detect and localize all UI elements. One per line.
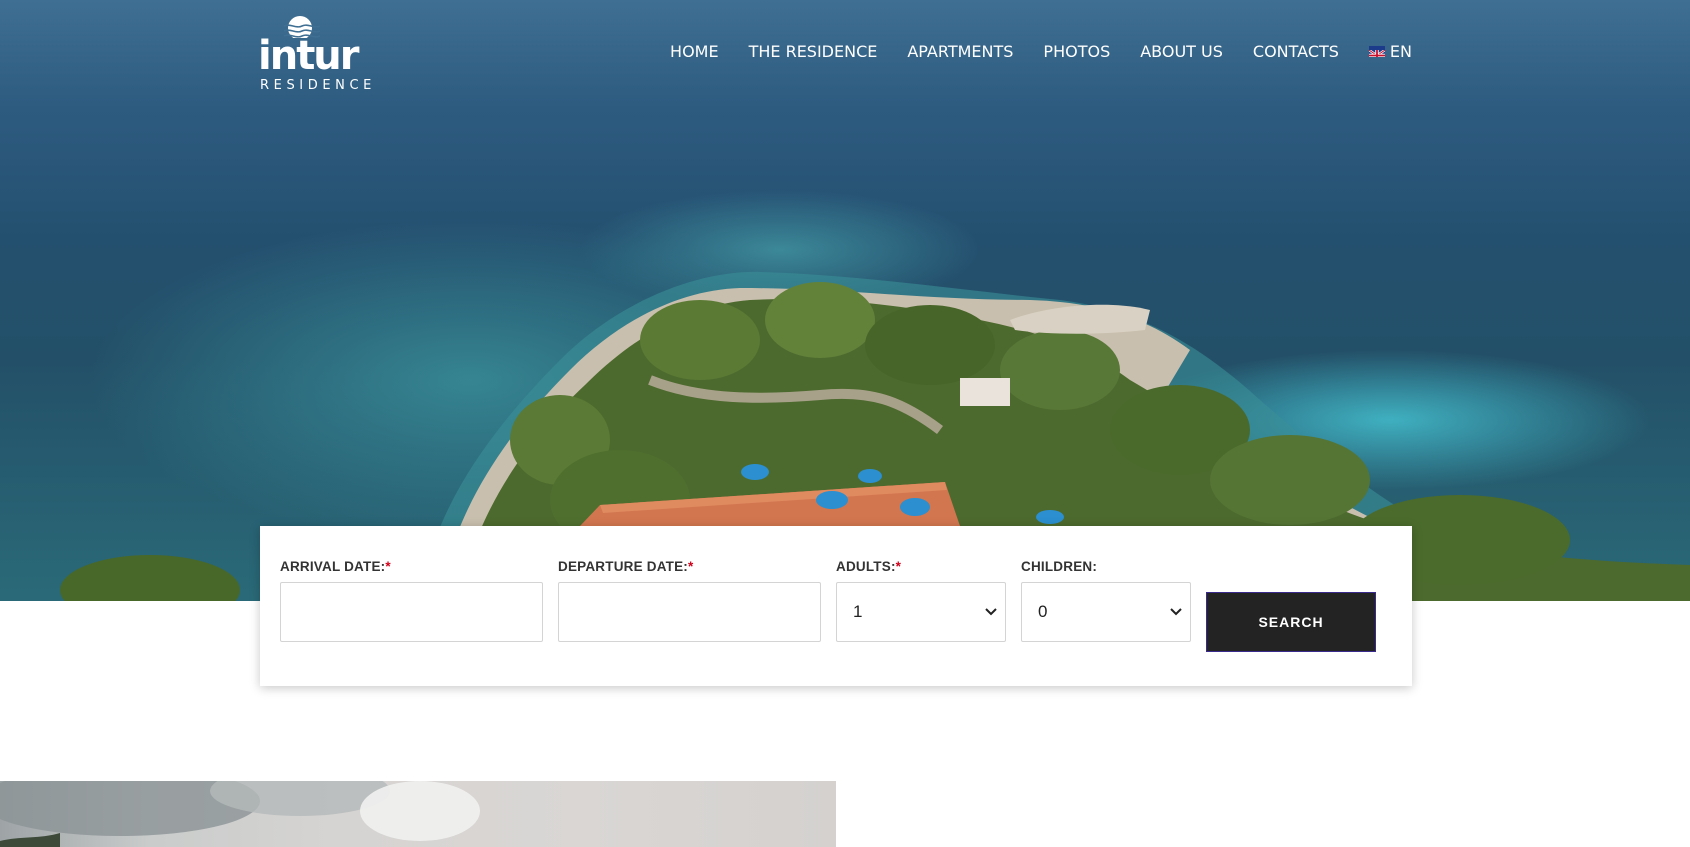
- required-mark: *: [895, 559, 902, 574]
- chevron-down-icon: [1170, 608, 1182, 616]
- sky-landscape-image: [0, 781, 480, 847]
- booking-form: ARRIVAL DATE:* DEPARTURE DATE:* ADULTS:*…: [260, 526, 1412, 686]
- logo-wordmark: intur: [258, 33, 360, 79]
- language-label: EN: [1389, 42, 1412, 61]
- hero-banner: intur RESIDENCE HOME THE RESIDENCE APART…: [0, 0, 1690, 601]
- chevron-down-icon: [985, 608, 997, 616]
- arrival-date-field: ARRIVAL DATE:*: [280, 558, 543, 642]
- main-navigation: HOME THE RESIDENCE APARTMENTS PHOTOS ABO…: [640, 42, 1412, 61]
- language-switcher[interactable]: EN: [1368, 42, 1412, 61]
- adults-label: ADULTS:: [836, 559, 896, 574]
- hero-aerial-image: [60, 271, 1690, 601]
- required-mark: *: [688, 559, 694, 574]
- nav-home[interactable]: HOME: [670, 42, 719, 61]
- nav-contacts[interactable]: CONTACTS: [1253, 42, 1339, 61]
- intur-residence-logo[interactable]: intur RESIDENCE: [258, 14, 371, 96]
- children-field: CHILDREN: 0: [1021, 558, 1191, 642]
- nav-photos[interactable]: PHOTOS: [1043, 42, 1110, 61]
- nav-about-us[interactable]: ABOUT US: [1140, 42, 1223, 61]
- logo-subtitle: RESIDENCE: [260, 78, 376, 93]
- departure-date-label: DEPARTURE DATE:: [558, 559, 688, 574]
- children-select[interactable]: 0: [1021, 582, 1191, 642]
- nav-apartments[interactable]: APARTMENTS: [907, 42, 1013, 61]
- residence-photo: [0, 781, 836, 847]
- children-label: CHILDREN:: [1021, 559, 1098, 574]
- search-button[interactable]: SEARCH: [1206, 592, 1376, 652]
- arrival-date-input[interactable]: [280, 582, 543, 642]
- departure-date-field: DEPARTURE DATE:*: [558, 558, 821, 642]
- uk-flag-icon: [1368, 46, 1385, 57]
- required-mark: *: [385, 559, 391, 574]
- adults-select[interactable]: 1: [836, 582, 1006, 642]
- adults-field: ADULTS:* 1: [836, 558, 1006, 642]
- adults-value: 1: [853, 602, 863, 621]
- children-value: 0: [1038, 602, 1048, 621]
- arrival-date-label: ARRIVAL DATE:: [280, 559, 386, 574]
- nav-the-residence[interactable]: THE RESIDENCE: [749, 42, 878, 61]
- departure-date-input[interactable]: [558, 582, 821, 642]
